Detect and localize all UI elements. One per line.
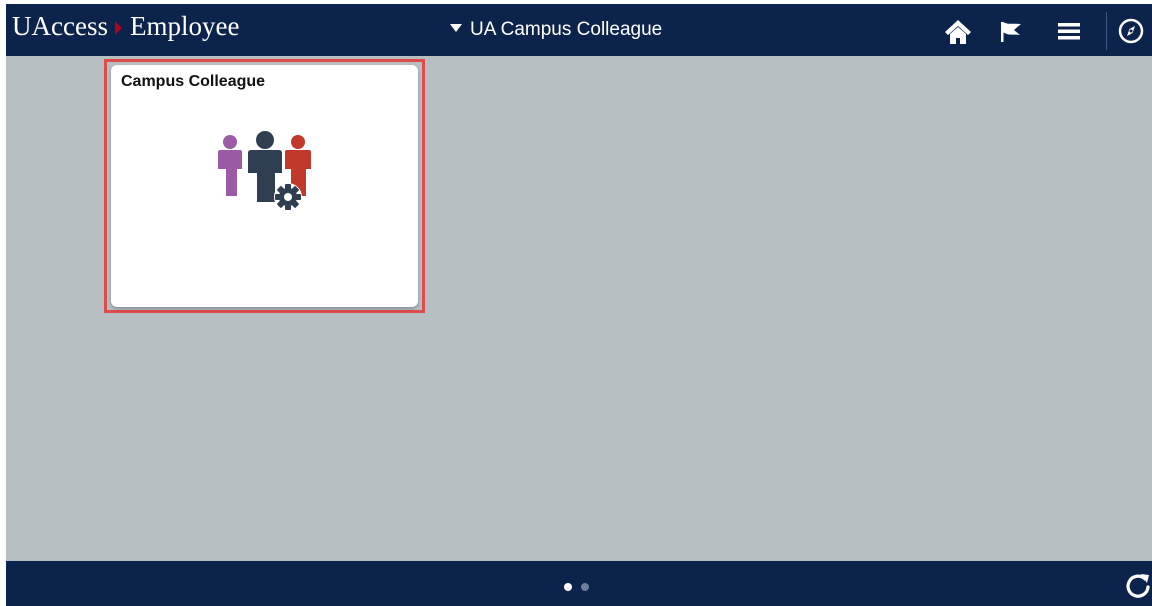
brand-separator-icon	[114, 20, 122, 35]
brand-logo[interactable]: UAccess Employee	[12, 11, 239, 41]
home-icon[interactable]	[943, 16, 973, 46]
page-dot-1[interactable]	[564, 583, 572, 591]
menu-icon[interactable]	[1054, 16, 1084, 46]
app-frame: UAccess Employee UA Campus Colleague Cam…	[0, 0, 1152, 606]
brand-left: UAccess	[12, 11, 108, 41]
navbar-compass-icon[interactable]	[1116, 16, 1146, 46]
flag-icon[interactable]	[996, 16, 1026, 46]
caret-down-icon	[450, 23, 462, 32]
page-dot-2[interactable]	[581, 583, 589, 591]
homepage-content: Campus Colleague	[6, 56, 1152, 561]
refresh-icon[interactable]	[1124, 571, 1152, 599]
footer-bar	[6, 561, 1152, 606]
brand-right: Employee	[129, 11, 240, 41]
tile-campus-colleague[interactable]: Campus Colleague	[111, 65, 418, 307]
header-bar: UAccess Employee UA Campus Colleague	[6, 4, 1152, 56]
people-gear-icon	[214, 131, 314, 227]
homepage-selector[interactable]: UA Campus Colleague	[450, 18, 662, 42]
tile-title: Campus Colleague	[121, 73, 266, 90]
header-divider	[1106, 12, 1107, 50]
homepage-selector-label: UA Campus Colleague	[470, 19, 663, 40]
